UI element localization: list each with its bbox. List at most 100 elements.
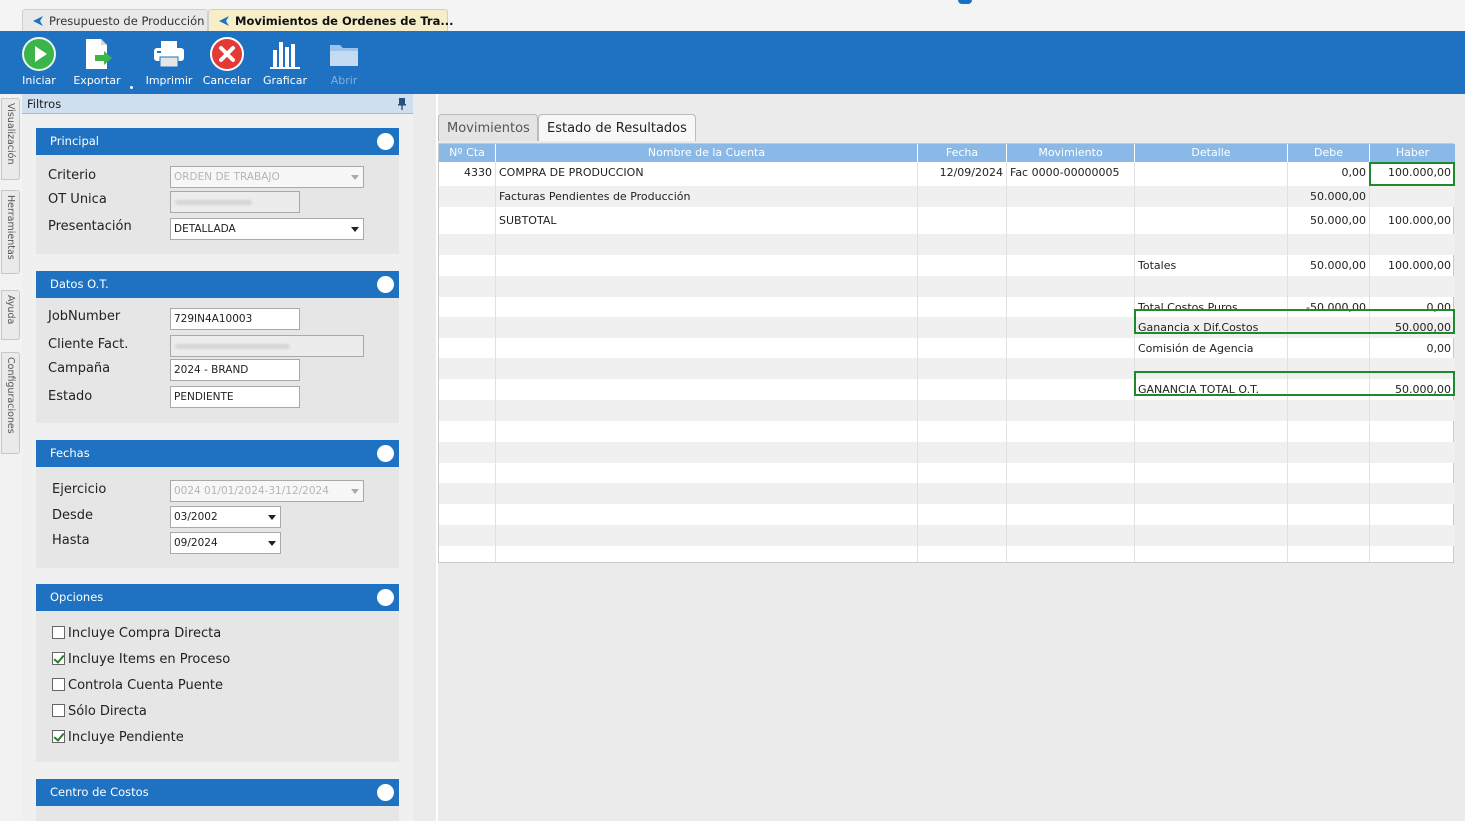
window-indicator bbox=[958, 0, 972, 4]
hasta-select[interactable]: 09/2024 bbox=[170, 532, 281, 554]
checkbox[interactable] bbox=[52, 678, 65, 691]
cell-fecha bbox=[918, 255, 1006, 276]
tab-estado-resultados[interactable]: Estado de Resultados bbox=[538, 114, 696, 141]
table-row[interactable] bbox=[439, 421, 1455, 442]
exportar-button[interactable]: Exportar bbox=[68, 36, 126, 92]
filters-pane: Filtros Principal Criterio ORDEN DE TRAB… bbox=[22, 94, 413, 821]
option-controla-cuenta-puente[interactable]: Controla Cuenta Puente bbox=[52, 678, 223, 693]
tab-presupuesto-produccion[interactable]: Presupuesto de Producción bbox=[22, 9, 208, 31]
column-header-debe[interactable]: Debe bbox=[1288, 144, 1370, 162]
graficar-button[interactable]: Graficar bbox=[256, 36, 314, 92]
table-row[interactable]: 4330 COMPRA DE PRODUCCION 12/09/2024 Fac 00… bbox=[439, 162, 1455, 183]
option-incluye-compra-directa[interactable]: Incluye Compra Directa bbox=[52, 626, 221, 641]
printer-icon bbox=[154, 41, 184, 68]
filters-header: Filtros bbox=[22, 94, 413, 114]
cliente-fact-input[interactable] bbox=[170, 335, 364, 357]
column-header-detalle[interactable]: Detalle bbox=[1135, 144, 1288, 162]
cell-debe bbox=[1288, 379, 1369, 400]
table-row[interactable]: Facturas Pendientes de Producción 50.000,… bbox=[439, 186, 1455, 207]
table-row[interactable]: Total Costos Puros -50.000,00 0,00 bbox=[439, 297, 1455, 318]
collapse-toggle-icon[interactable] bbox=[377, 133, 394, 150]
column-divider bbox=[1006, 162, 1007, 562]
group-principal-header[interactable]: Principal bbox=[36, 128, 399, 155]
cell-nombre: Facturas Pendientes de Producción bbox=[499, 190, 691, 203]
table-row[interactable]: Ganancia x Dif.Costos 50.000,00 bbox=[439, 317, 1455, 338]
estado-input[interactable]: PENDIENTE bbox=[170, 386, 300, 408]
cell-detalle bbox=[1138, 210, 1287, 231]
cell-detalle bbox=[1138, 234, 1287, 255]
side-tab-visualizacion[interactable]: Visualización bbox=[1, 98, 20, 180]
cliente-fact-label: Cliente Fact. bbox=[48, 337, 129, 352]
group-datos-ot-header[interactable]: Datos O.T. bbox=[36, 271, 399, 298]
table-row[interactable] bbox=[439, 545, 1455, 566]
table-row[interactable] bbox=[439, 504, 1455, 525]
cell-haber bbox=[1370, 358, 1454, 379]
column-header-nombre-cuenta[interactable]: Nombre de la Cuenta bbox=[496, 144, 918, 162]
group-centro-costos: Centro de Costos bbox=[36, 779, 399, 821]
option-solo-directa[interactable]: Sólo Directa bbox=[52, 704, 147, 719]
table-row[interactable] bbox=[439, 400, 1455, 421]
collapse-toggle-icon[interactable] bbox=[377, 445, 394, 462]
option-incluye-items-proceso[interactable]: Incluye Items en Proceso bbox=[52, 652, 230, 667]
column-header-haber[interactable]: Haber bbox=[1370, 144, 1455, 162]
abrir-button[interactable]: Abrir bbox=[315, 36, 373, 92]
column-header-fecha[interactable]: Fecha bbox=[918, 144, 1007, 162]
cell-fecha bbox=[918, 276, 1006, 297]
table-row[interactable] bbox=[439, 358, 1455, 379]
presentacion-select[interactable]: DETALLADA bbox=[170, 218, 364, 240]
cancelar-button[interactable]: Cancelar bbox=[198, 36, 256, 92]
table-row[interactable]: Comisión de Agencia 0,00 bbox=[439, 338, 1455, 359]
checkbox[interactable] bbox=[52, 626, 65, 639]
cell-detalle: Ganancia x Dif.Costos bbox=[1138, 321, 1259, 334]
imprimir-button[interactable]: Imprimir bbox=[140, 36, 198, 92]
campana-input[interactable]: 2024 - BRAND bbox=[170, 359, 300, 381]
table-row[interactable]: SUBTOTAL 50.000,00 100.000,00 bbox=[439, 210, 1455, 231]
side-tab-strip: Visualización Herramientas Ayuda Configu… bbox=[0, 94, 22, 821]
table-row[interactable]: GANANCIA TOTAL O.T. 50.000,00 bbox=[439, 379, 1455, 400]
export-icon bbox=[86, 39, 112, 69]
side-tab-ayuda[interactable]: Ayuda bbox=[1, 290, 20, 340]
cell-mov bbox=[1010, 234, 1134, 255]
ejercicio-select[interactable]: 0024 01/01/2024-31/12/2024 bbox=[170, 480, 364, 502]
desde-select[interactable]: 03/2002 bbox=[170, 506, 281, 528]
cell-mov bbox=[1010, 276, 1134, 297]
table-row[interactable] bbox=[439, 525, 1455, 546]
table-row[interactable] bbox=[439, 276, 1455, 297]
jobnumber-input[interactable]: 729IN4A10003 bbox=[170, 308, 300, 330]
cell-debe: 50.000,00 bbox=[1310, 190, 1366, 203]
option-incluye-pendiente[interactable]: Incluye Pendiente bbox=[52, 730, 184, 745]
group-opciones-header[interactable]: Opciones bbox=[36, 584, 399, 611]
collapse-toggle-icon[interactable] bbox=[377, 276, 394, 293]
column-header-movimiento[interactable]: Movimiento bbox=[1007, 144, 1135, 162]
play-icon bbox=[22, 37, 56, 71]
tab-label: Presupuesto de Producción bbox=[49, 14, 205, 28]
ot-unica-input[interactable] bbox=[170, 191, 300, 213]
side-tab-configuraciones[interactable]: Configuraciones bbox=[1, 352, 20, 454]
table-row[interactable] bbox=[439, 234, 1455, 255]
checkbox-checked[interactable] bbox=[52, 652, 65, 665]
cell-haber: 50.000,00 bbox=[1395, 321, 1451, 334]
column-divider bbox=[495, 162, 496, 562]
column-header-nro-cta[interactable]: Nº Cta bbox=[439, 144, 496, 162]
group-fechas-header[interactable]: Fechas bbox=[36, 440, 399, 467]
side-tab-herramientas[interactable]: Herramientas bbox=[1, 190, 20, 274]
collapse-toggle-icon[interactable] bbox=[377, 589, 394, 606]
table-row[interactable] bbox=[439, 462, 1455, 483]
checkbox[interactable] bbox=[52, 704, 65, 717]
criterio-select[interactable]: ORDEN DE TRABAJO bbox=[170, 166, 364, 188]
cell-mov bbox=[1010, 317, 1134, 338]
table-row[interactable]: Totales 50.000,00 100.000,00 bbox=[439, 255, 1455, 276]
grid-header: Nº Cta Nombre de la Cuenta Fecha Movimie… bbox=[439, 144, 1455, 162]
table-row[interactable] bbox=[439, 483, 1455, 504]
main-content: Movimientos Estado de Resultados Nº Cta … bbox=[413, 94, 1465, 821]
tab-movimientos[interactable]: Movimientos bbox=[438, 114, 538, 141]
cell-haber: 100.000,00 bbox=[1388, 259, 1451, 272]
pin-icon[interactable] bbox=[398, 98, 406, 110]
checkbox-checked[interactable] bbox=[52, 730, 65, 743]
group-centro-costos-header[interactable]: Centro de Costos bbox=[36, 779, 399, 806]
collapse-toggle-icon[interactable] bbox=[377, 784, 394, 801]
tab-movimientos-ordenes[interactable]: Movimientos de Ordenes de Tra... bbox=[208, 9, 453, 31]
iniciar-button[interactable]: Iniciar bbox=[10, 36, 68, 92]
criterio-label: Criterio bbox=[48, 168, 97, 183]
table-row[interactable] bbox=[439, 442, 1455, 463]
